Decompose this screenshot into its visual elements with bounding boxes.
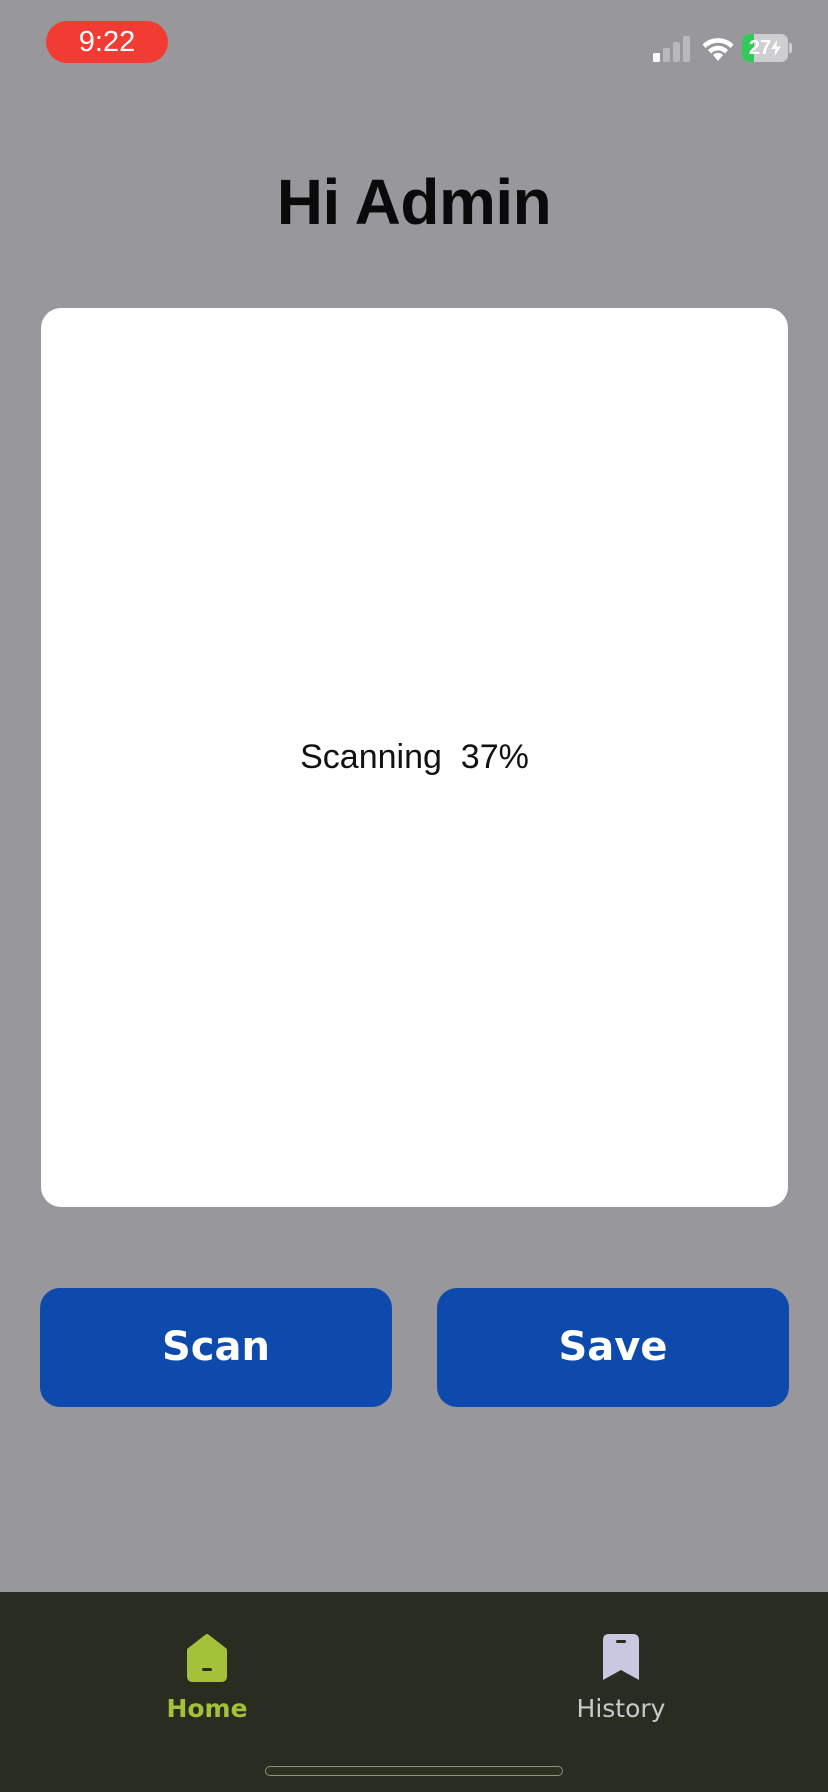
tab-home[interactable]: Home bbox=[107, 1612, 307, 1732]
bottom-tab-bar: Home History bbox=[0, 1592, 828, 1792]
home-icon bbox=[187, 1634, 227, 1682]
status-time[interactable]: 9:22 bbox=[46, 21, 168, 63]
tab-history-label: History bbox=[576, 1694, 666, 1723]
battery-tip bbox=[789, 43, 792, 53]
scan-progress-text: Scanning 37% bbox=[300, 738, 529, 776]
bookmark-icon bbox=[603, 1634, 639, 1680]
tab-home-label: Home bbox=[166, 1694, 248, 1723]
status-bar: 9:22 27 bbox=[0, 0, 828, 90]
app-screen: 9:22 27 Hi Admin Scanning 37% Scan Save … bbox=[0, 0, 828, 1792]
save-button[interactable]: Save bbox=[437, 1288, 789, 1407]
page-title: Hi Admin bbox=[276, 166, 552, 238]
tab-history[interactable]: History bbox=[521, 1612, 721, 1732]
wifi-icon bbox=[702, 38, 734, 61]
home-indicator[interactable] bbox=[265, 1766, 563, 1776]
scan-button[interactable]: Scan bbox=[40, 1288, 392, 1407]
cellular-signal-icon bbox=[653, 36, 690, 62]
battery-percent: 27 bbox=[748, 37, 772, 59]
charging-bolt-icon bbox=[771, 40, 782, 56]
battery-body: 27 bbox=[742, 34, 788, 62]
battery-icon: 27 bbox=[742, 34, 792, 62]
scan-panel: Scanning 37% bbox=[41, 308, 788, 1207]
battery-level-text: 27 bbox=[742, 34, 788, 62]
